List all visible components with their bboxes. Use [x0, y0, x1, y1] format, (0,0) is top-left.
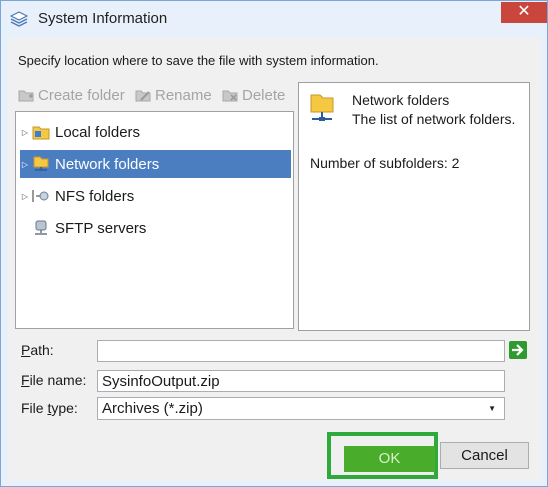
ok-button[interactable]: OK: [344, 446, 435, 472]
network-folder-icon: [32, 156, 50, 172]
expand-arrow-icon[interactable]: ▷: [20, 192, 30, 201]
create-folder-button[interactable]: Create folder: [18, 85, 125, 105]
expand-arrow-icon[interactable]: ▷: [20, 160, 30, 169]
tree-item-label: SFTP servers: [55, 219, 147, 237]
filetype-value: Archives (*.zip): [102, 400, 203, 417]
delete-button[interactable]: Delete: [222, 85, 285, 105]
arrow-right-icon: [512, 344, 524, 356]
delete-label: Delete: [242, 86, 286, 104]
filename-input[interactable]: [97, 370, 505, 392]
tree-item-network-folders[interactable]: ▷ Network folders: [20, 150, 291, 178]
subfolder-count: Number of subfolders: 2: [310, 155, 460, 171]
tree-item-nfs-folders[interactable]: ▷ NFS folders: [20, 182, 291, 210]
go-arrow-button[interactable]: [509, 341, 527, 359]
location-tree[interactable]: ▷ Local folders ▷ Network folders ▷ NFS …: [15, 111, 294, 329]
tree-item-sftp-servers[interactable]: SFTP servers: [20, 214, 291, 242]
info-title: Network folders: [352, 92, 450, 108]
filetype-label: File type:: [21, 400, 78, 416]
nfs-folder-icon: [32, 188, 50, 204]
info-description: The list of network folders.: [352, 111, 516, 127]
close-button[interactable]: ✕: [501, 2, 547, 23]
delete-icon: [222, 87, 239, 103]
create-folder-label: Create folder: [38, 86, 125, 104]
expand-arrow-icon[interactable]: ▷: [20, 128, 30, 137]
tree-item-local-folders[interactable]: ▷ Local folders: [20, 118, 291, 146]
app-layers-icon: [9, 11, 29, 27]
path-input[interactable]: [97, 340, 505, 362]
tree-item-label: Local folders: [55, 123, 141, 141]
title-bar: System Information ✕: [1, 1, 547, 37]
filetype-select[interactable]: Archives (*.zip) ▼: [97, 397, 505, 420]
tree-item-label: NFS folders: [55, 187, 135, 205]
tree-item-label: Network folders: [55, 155, 160, 173]
system-information-dialog: System Information ✕ Specify location wh…: [0, 0, 548, 487]
sftp-server-icon: [32, 220, 50, 236]
local-folder-icon: [32, 124, 50, 140]
rename-label: Rename: [155, 86, 212, 104]
instruction-text: Specify location where to save the file …: [18, 53, 379, 68]
rename-icon: [135, 87, 152, 103]
info-panel: Network folders The list of network fold…: [298, 82, 530, 331]
window-title: System Information: [38, 10, 168, 27]
dropdown-arrow-icon[interactable]: ▼: [488, 404, 496, 413]
ok-highlight-frame: OK: [327, 432, 438, 479]
filename-label: File name:: [21, 372, 87, 388]
rename-button[interactable]: Rename: [135, 85, 212, 105]
network-folder-large-icon: [309, 91, 335, 123]
create-folder-icon: [18, 87, 35, 103]
cancel-button[interactable]: Cancel: [440, 442, 529, 469]
path-label: Path:: [21, 342, 54, 358]
